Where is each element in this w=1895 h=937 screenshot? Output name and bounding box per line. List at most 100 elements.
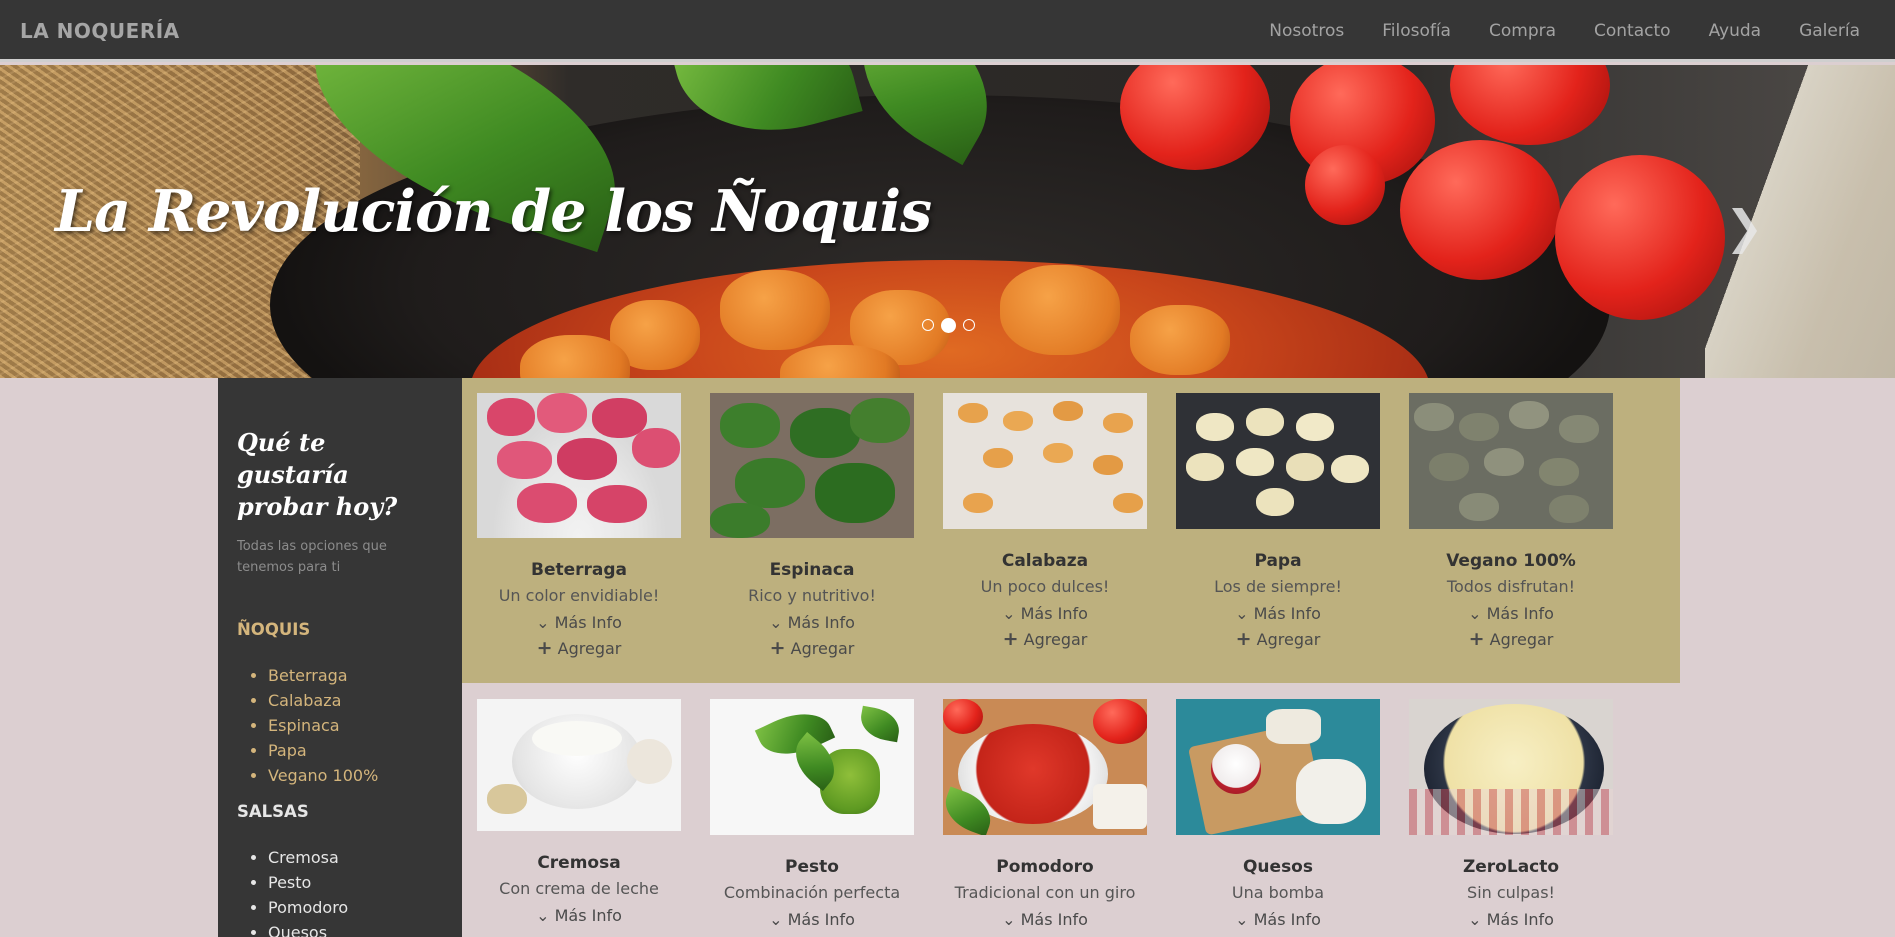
more-info-button[interactable]: ⌄ Más Info — [943, 911, 1147, 929]
more-info-label: Más Info — [787, 910, 855, 929]
sidebar-list-noquis: Beterraga Calabaza Espinaca Papa Vegano … — [268, 663, 462, 788]
sidebar-link-pomodoro[interactable]: Pomodoro — [268, 898, 348, 917]
product-card-quesos: Quesos Una bomba ⌄ Más Info — [1176, 699, 1380, 929]
product-name: Papa — [1254, 551, 1302, 571]
product-image-vegano[interactable] — [1409, 393, 1613, 529]
add-to-cart-button[interactable]: + Agregar — [477, 639, 681, 658]
more-info-label: Más Info — [787, 613, 855, 632]
nav-link-galeria[interactable]: Galería — [1799, 21, 1860, 41]
product-description: Combinación perfecta — [723, 883, 901, 902]
sidebar-link-calabaza[interactable]: Calabaza — [268, 691, 341, 710]
sidebar-item: Pomodoro — [268, 895, 462, 920]
add-label: Agregar — [557, 639, 622, 658]
product-image-zerolacto[interactable] — [1409, 699, 1613, 835]
more-info-button[interactable]: ⌄ Más Info — [710, 614, 914, 632]
hero-tomato — [1305, 145, 1385, 225]
sidebar-item: Vegano 100% — [268, 763, 462, 788]
product-image-espinaca[interactable] — [710, 393, 914, 538]
carousel-dot-2[interactable] — [941, 317, 956, 333]
plus-icon: + — [1002, 628, 1019, 650]
add-to-cart-button[interactable]: + Agregar — [1409, 630, 1613, 649]
nav-links: Nosotros Filosofía Compra Contacto Ayuda… — [1231, 0, 1860, 62]
sidebar-link-cremosa[interactable]: Cremosa — [268, 848, 339, 867]
add-to-cart-button[interactable]: + Agregar — [1176, 630, 1380, 649]
sidebar-link-vegano[interactable]: Vegano 100% — [268, 766, 378, 785]
product-image-beterraga[interactable] — [477, 393, 681, 538]
product-name: ZeroLacto — [1462, 857, 1560, 877]
add-to-cart-button[interactable]: + Agregar — [710, 639, 914, 658]
product-name: Beterraga — [530, 560, 628, 580]
more-info-button[interactable]: ⌄ Más Info — [710, 911, 914, 929]
hero-title: La Revolución de los Ñoquis — [55, 178, 932, 245]
sidebar-title: Qué te gustaría probar hoy? — [237, 428, 398, 521]
product-card-pesto: Pesto Combinación perfecta ⌄ Más Info — [710, 699, 914, 929]
brand-logo[interactable]: LA NOQUERÍA — [20, 19, 180, 43]
more-info-button[interactable]: ⌄ Más Info — [943, 605, 1147, 623]
sidebar-item: Calabaza — [268, 688, 462, 713]
product-description: Una bomba — [1231, 883, 1325, 902]
product-image-pesto[interactable] — [710, 699, 914, 835]
more-info-button[interactable]: ⌄ Más Info — [477, 614, 681, 632]
more-info-button[interactable]: ⌄ Más Info — [1176, 605, 1380, 623]
more-info-label: Más Info — [554, 613, 622, 632]
more-info-button[interactable]: ⌄ Más Info — [477, 907, 681, 925]
sidebar-link-quesos[interactable]: Quesos — [268, 923, 327, 937]
sidebar-item: Beterraga — [268, 663, 462, 688]
chevron-down-icon: ⌄ — [1468, 910, 1482, 929]
sidebar-link-pesto[interactable]: Pesto — [268, 873, 311, 892]
carousel-next-button[interactable]: ❯ — [1725, 200, 1764, 254]
more-info-button[interactable]: ⌄ Más Info — [1409, 605, 1613, 623]
plus-icon: + — [769, 637, 786, 659]
hero-gnocchi — [720, 270, 830, 350]
product-image-calabaza[interactable] — [943, 393, 1147, 529]
hero-tomato — [1400, 140, 1560, 280]
product-card-vegano: Vegano 100% Todos disfrutan! ⌄ Más Info … — [1409, 393, 1613, 649]
top-navbar: LA NOQUERÍA Nosotros Filosofía Compra Co… — [0, 0, 1895, 62]
product-card-cremosa: Cremosa Con crema de leche ⌄ Más Info — [477, 699, 681, 925]
product-name: Pesto — [785, 857, 839, 877]
nav-link-ayuda[interactable]: Ayuda — [1709, 21, 1762, 41]
nav-link-contacto[interactable]: Contacto — [1594, 21, 1671, 41]
chevron-down-icon: ⌄ — [1235, 910, 1249, 929]
sidebar-link-espinaca[interactable]: Espinaca — [268, 716, 340, 735]
more-info-label: Más Info — [1486, 604, 1554, 623]
product-card-beterraga: Beterraga Un color envidiable! ⌄ Más Inf… — [477, 393, 681, 658]
sidebar-link-beterraga[interactable]: Beterraga — [268, 666, 348, 685]
sidebar-item: Cremosa — [268, 845, 462, 870]
hero-gnocchi — [1130, 305, 1230, 375]
product-image-cremosa[interactable] — [477, 699, 681, 831]
more-info-button[interactable]: ⌄ Más Info — [1176, 911, 1380, 929]
product-description: Con crema de leche — [499, 879, 659, 898]
sidebar-heading-noquis: ÑOQUIS — [237, 620, 311, 639]
nav-link-compra[interactable]: Compra — [1489, 21, 1556, 41]
chevron-down-icon: ⌄ — [769, 910, 783, 929]
product-name: Vegano 100% — [1446, 551, 1576, 571]
product-image-papa[interactable] — [1176, 393, 1380, 529]
hero-gnocchi — [1000, 265, 1120, 355]
product-card-calabaza: Calabaza Un poco dulces! ⌄ Más Info + Ag… — [943, 393, 1147, 649]
product-sidebar: Qué te gustaría probar hoy? Todas las op… — [218, 378, 462, 937]
add-to-cart-button[interactable]: + Agregar — [943, 630, 1147, 649]
plus-icon: + — [1468, 628, 1485, 650]
more-info-label: Más Info — [1486, 910, 1554, 929]
chevron-down-icon: ⌄ — [536, 906, 550, 925]
product-image-pomodoro[interactable] — [943, 699, 1147, 835]
carousel-dot-3[interactable] — [963, 319, 975, 331]
sidebar-subtitle: Todas las opciones que tenemos para ti — [237, 539, 387, 575]
product-name: Cremosa — [537, 853, 621, 873]
sidebar-link-papa[interactable]: Papa — [268, 741, 307, 760]
more-info-button[interactable]: ⌄ Más Info — [1409, 911, 1613, 929]
product-description: Los de siempre! — [1214, 577, 1342, 596]
carousel-dot-1[interactable] — [922, 319, 934, 331]
chevron-down-icon: ⌄ — [1002, 604, 1016, 623]
chevron-right-icon: ❯ — [1725, 200, 1764, 254]
hero-tomato — [1450, 65, 1610, 145]
nav-link-filosofia[interactable]: Filosofía — [1382, 21, 1451, 41]
nav-link-nosotros[interactable]: Nosotros — [1269, 21, 1344, 41]
product-name: Calabaza — [1001, 551, 1089, 571]
chevron-down-icon: ⌄ — [536, 613, 550, 632]
product-image-quesos[interactable] — [1176, 699, 1380, 835]
chevron-down-icon: ⌄ — [769, 613, 783, 632]
more-info-label: Más Info — [1253, 604, 1321, 623]
add-label: Agregar — [1489, 630, 1554, 649]
